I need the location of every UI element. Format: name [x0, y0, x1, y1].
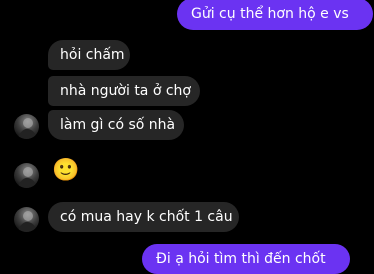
contact-avatar[interactable] — [14, 114, 39, 139]
outgoing-message[interactable]: Đi ạ hỏi tìm thì đến chốt — [142, 244, 350, 274]
outgoing-message[interactable]: Gửi cụ thể hơn hộ e vs — [177, 0, 373, 30]
chat-thread: Gửi cụ thể hơn hộ e vs hỏi chấm nhà ngườ… — [0, 0, 374, 274]
slightly-smiling-face-emoji[interactable]: 🙂 — [52, 156, 79, 186]
contact-avatar[interactable] — [14, 163, 39, 188]
contact-avatar[interactable] — [14, 207, 39, 232]
incoming-message[interactable]: hỏi chấm — [48, 40, 130, 70]
incoming-message[interactable]: làm gì có số nhà — [48, 110, 184, 140]
incoming-message[interactable]: nhà người ta ở chợ — [48, 76, 200, 106]
incoming-message[interactable]: có mua hay k chốt 1 câu — [48, 202, 239, 232]
